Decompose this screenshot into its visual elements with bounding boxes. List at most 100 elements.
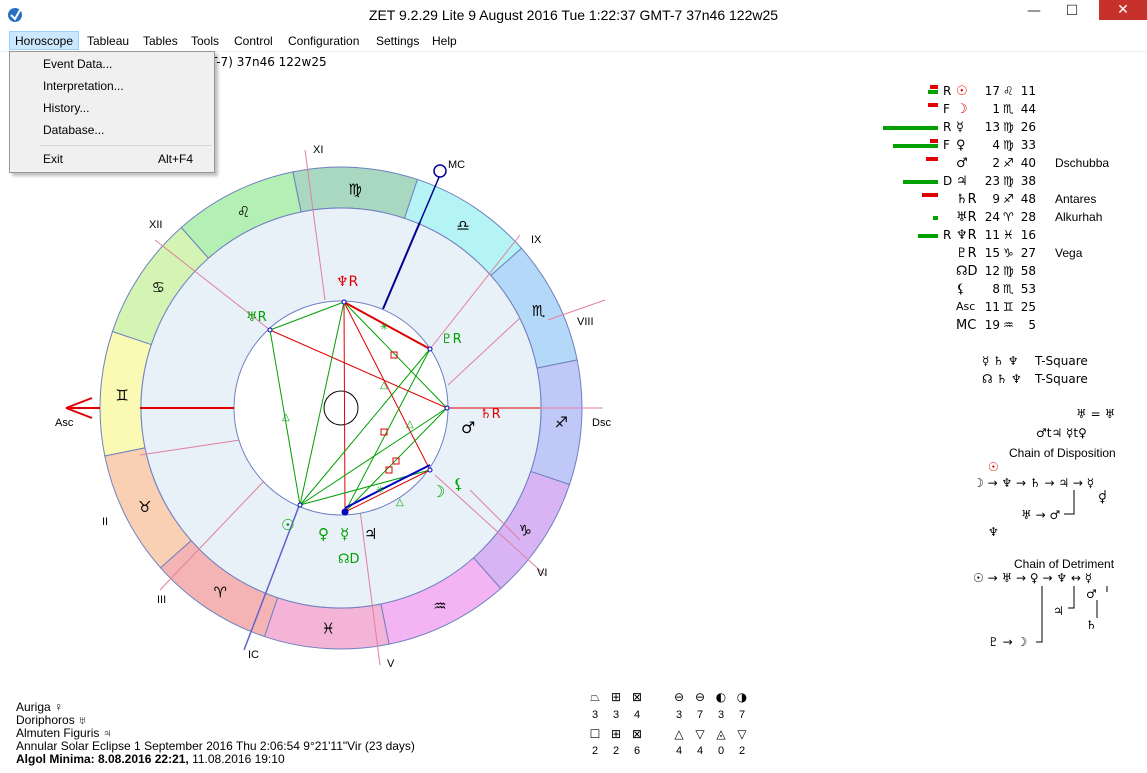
svg-text:△: △ <box>406 419 414 430</box>
planet-minute: 26 <box>1020 120 1036 134</box>
menu-accelerator: Alt+F4 <box>157 152 193 166</box>
jupiter-icon[interactable]: ♃ <box>364 525 377 543</box>
fixed-star-label: Vega <box>1055 246 1083 260</box>
menu-item-history[interactable]: History... <box>11 98 213 119</box>
planet-degree: 13 <box>984 120 1000 134</box>
window-title: ZET 9.2.29 Lite 9 August 2016 Tue 1:22:3… <box>368 7 779 23</box>
sign-aries-icon: ♈ <box>214 583 227 601</box>
planet-glyph-icon: ☽ <box>956 102 968 117</box>
pluto-icon[interactable]: ♇R <box>441 332 462 347</box>
planet-sign-icon: ♒ <box>1003 318 1014 332</box>
stat-value: 4 <box>696 745 704 757</box>
reception-line-2: ♂t♃ ☿t♀ <box>1036 426 1087 440</box>
planet-flag: D <box>943 174 953 188</box>
planet-flag: R <box>943 228 952 242</box>
house-label-ic: IC <box>248 649 259 661</box>
uranus-icon[interactable]: ♅R <box>246 310 267 325</box>
stat-value: 4 <box>675 745 683 757</box>
strength-bar-red <box>930 139 938 143</box>
menu-item-label: Database... <box>43 123 105 137</box>
stat-value: 4 <box>633 709 641 721</box>
planet-flag: F <box>943 102 950 116</box>
planet-sign-icon: ♍ <box>1003 120 1014 134</box>
planet-glyph-icon: Asc <box>956 300 976 313</box>
minimize-button[interactable]: — <box>1017 0 1051 22</box>
planet-degree: 8 <box>992 282 1000 296</box>
svg-text:△: △ <box>396 497 404 508</box>
planet-glyph-icon: ♃ <box>956 174 968 189</box>
eclipse-line: Annular Solar Eclipse 1 September 2016 T… <box>16 739 415 753</box>
house-label-ix: IX <box>531 234 542 246</box>
venus-icon[interactable]: ♀ <box>318 525 329 543</box>
planet-degree: 9 <box>992 192 1000 206</box>
planet-sign-icon: ♍ <box>1003 138 1014 152</box>
chain-detriment-row1: ☉ → ♅ → ♀ → ♆ ↔ ☿ <box>973 571 1093 585</box>
stat-symbol-icon: ▽ <box>695 727 705 741</box>
planet-sign-icon: ♍ <box>1003 174 1014 188</box>
planet-sign-icon: ♊ <box>1003 300 1014 314</box>
fixed-star-label: Antares <box>1055 192 1097 206</box>
mars-icon[interactable]: ♂ <box>461 418 475 437</box>
algol-value: 11.08.2016 19:10 <box>188 752 285 766</box>
mc-marker-icon <box>433 164 447 178</box>
chain-disposition-connectors <box>1064 490 1106 515</box>
menu-item-interpretation[interactable]: Interpretation... <box>11 76 213 97</box>
stat-value: 2 <box>612 745 620 757</box>
house-label-mc: MC <box>448 159 465 171</box>
planet-minute: 27 <box>1020 246 1036 260</box>
menu-separator <box>40 145 212 146</box>
svg-text:△: △ <box>282 412 290 423</box>
menu-item-event-data[interactable]: Event Data... <box>11 54 213 75</box>
close-button[interactable]: ✕ <box>1099 0 1147 20</box>
maximize-button[interactable]: ☐ <box>1055 0 1089 22</box>
house-label-v: V <box>387 658 395 670</box>
planet-degree: 11 <box>984 300 1000 314</box>
menu-item-exit[interactable]: Exit Alt+F4 <box>11 149 213 170</box>
planet-minute: 48 <box>1020 192 1036 206</box>
planet-minute: 25 <box>1020 300 1036 314</box>
sign-leo-icon: ♌ <box>237 203 250 221</box>
strength-bar-green <box>903 180 938 184</box>
planet-minute: 38 <box>1020 174 1036 188</box>
planet-glyph-icon: ♀ <box>956 138 966 153</box>
sign-sagittarius-icon: ♐ <box>555 413 568 431</box>
center-circle <box>323 390 359 426</box>
house-label-xii: XII <box>149 219 162 231</box>
planet-glyph-icon: ☉ <box>956 84 968 99</box>
house-label-vi: VI <box>537 567 547 579</box>
stat-value: 2 <box>591 745 599 757</box>
chain-disposition-top: ☉ <box>988 460 999 474</box>
planet-minute: 53 <box>1020 282 1036 296</box>
planet-sign-icon: ♏ <box>1003 102 1014 116</box>
moon-icon[interactable]: ☽ <box>431 482 445 501</box>
planet-degree: 2 <box>992 156 1000 170</box>
lilith-icon[interactable]: ⚸ <box>453 475 464 493</box>
house-label-asc: Asc <box>55 417 74 429</box>
stat-value: 2 <box>738 745 746 757</box>
planet-sign-icon: ♌ <box>1003 84 1014 98</box>
node-icon[interactable]: ☊D <box>338 552 360 567</box>
chain-detriment-connectors <box>1036 586 1108 643</box>
stat-symbol-icon: ◐ <box>715 690 727 704</box>
mercury-icon[interactable]: ☿ <box>340 525 349 543</box>
svg-text:✳: ✳ <box>376 485 384 496</box>
house-label-dsc: Dsc <box>592 417 611 429</box>
planet-sign-icon: ♐ <box>1003 156 1014 170</box>
planet-glyph-icon: ♅R <box>956 210 977 225</box>
chain-disposition-row3: ♆ <box>988 525 999 539</box>
chain-detriment-row2: ♇ → ☽ <box>988 635 1028 649</box>
saturn-icon[interactable]: ♄R <box>480 407 501 422</box>
sun-icon[interactable]: ☉ <box>281 516 294 534</box>
planet-sign-icon: ♐ <box>1003 192 1014 206</box>
strength-bar-red <box>926 157 938 161</box>
planet-glyph-icon: ☊D <box>956 264 978 279</box>
strength-bar-green <box>933 216 938 220</box>
planet-minute: 28 <box>1020 210 1036 224</box>
stat-value: 3 <box>675 709 683 721</box>
algol-line: Algol Minima: 8.08.2016 22:21, 11.08.201… <box>16 752 285 766</box>
menu-item-database[interactable]: Database... <box>11 120 213 141</box>
fixed-star-label: Alkurhah <box>1055 210 1103 224</box>
chain-detriment-title: Chain of Detriment <box>1014 557 1115 571</box>
t-square-1-glyphs: ☿ ♄ ♆ <box>982 354 1019 368</box>
neptune-icon[interactable]: ♆R <box>336 274 359 290</box>
